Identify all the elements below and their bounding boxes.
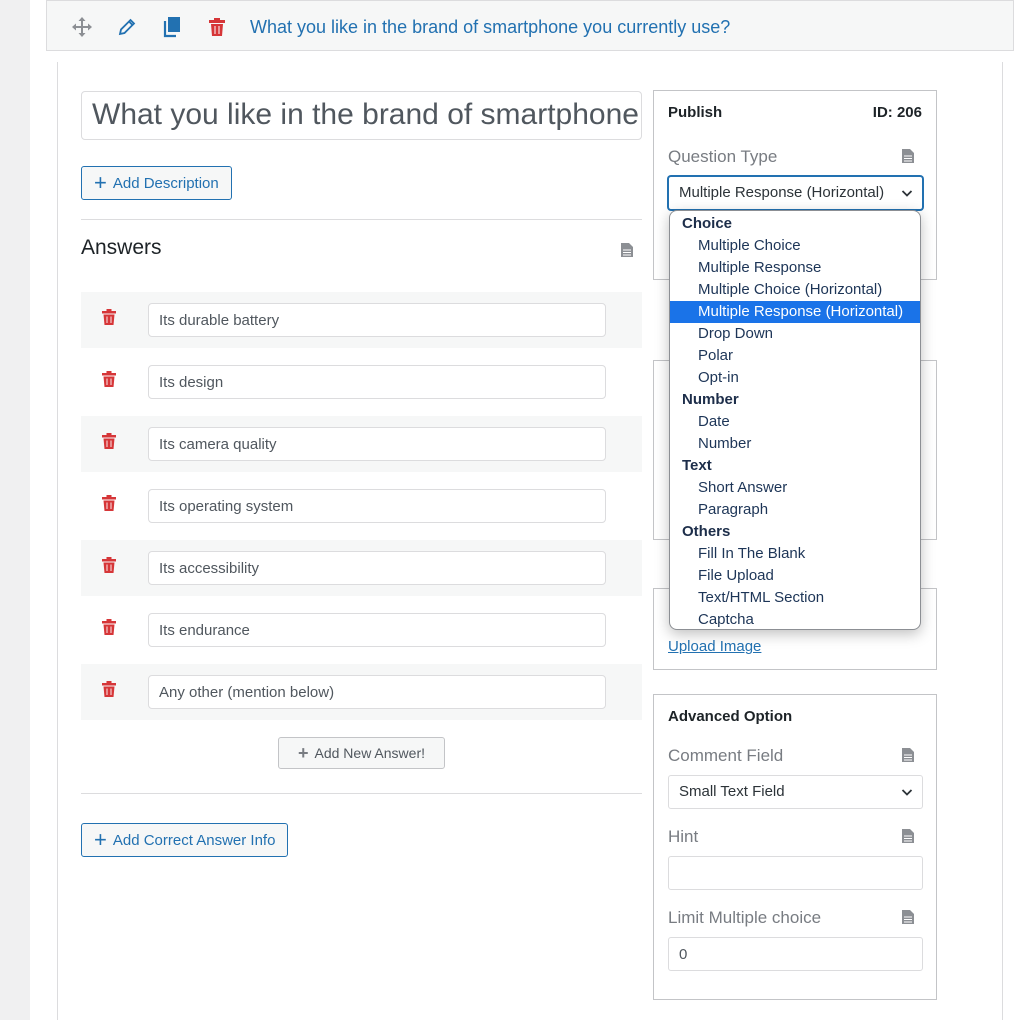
answer-row: Its design <box>81 354 642 410</box>
answer-input[interactable]: Any other (mention below) <box>148 675 606 709</box>
dropdown-group-choice: Choice <box>682 215 733 232</box>
limit-multiple-choice-input[interactable]: 0 <box>668 937 923 971</box>
dropdown-option[interactable]: Short Answer <box>670 477 920 499</box>
trash-icon[interactable] <box>101 680 117 698</box>
answer-input[interactable]: Its camera quality <box>148 427 606 461</box>
upload-image-link[interactable]: Upload Image <box>668 638 761 655</box>
trash-icon[interactable] <box>101 618 117 636</box>
advanced-option-box: Advanced Option Comment Field Small Text… <box>653 694 937 1000</box>
answer-row: Its durable battery <box>81 292 642 348</box>
document-icon[interactable] <box>901 148 915 164</box>
document-icon[interactable] <box>901 747 915 763</box>
answer-row: Its endurance <box>81 602 642 658</box>
dropdown-option[interactable]: Date <box>670 411 920 433</box>
dropdown-group-others: Others <box>682 523 731 540</box>
limit-multiple-choice-label: Limit Multiple choice <box>668 908 822 927</box>
trash-icon[interactable] <box>205 15 229 39</box>
plus-icon: + <box>94 170 107 195</box>
advanced-option-title: Advanced Option <box>668 708 793 725</box>
answer-row: Its camera quality <box>81 416 642 472</box>
hint-label: Hint <box>668 827 699 846</box>
dropdown-option[interactable]: Captcha <box>670 609 920 629</box>
dropdown-option[interactable]: Number <box>670 433 920 455</box>
dropdown-option[interactable]: Paragraph <box>670 499 920 521</box>
divider <box>81 793 642 794</box>
document-icon[interactable] <box>901 909 915 925</box>
answer-input[interactable]: Its endurance <box>148 613 606 647</box>
dropdown-option[interactable]: Drop Down <box>670 323 920 345</box>
add-description-button[interactable]: + Add Description <box>81 166 232 200</box>
answer-row: Its accessibility <box>81 540 642 596</box>
add-new-answer-button[interactable]: + Add New Answer! <box>278 737 445 769</box>
dropdown-option[interactable]: Multiple Choice <box>670 235 920 257</box>
dropdown-group-number: Number <box>682 391 739 408</box>
answer-row: Its operating system <box>81 478 642 534</box>
answer-input[interactable]: Its design <box>148 365 606 399</box>
dropdown-option[interactable]: Opt-in <box>670 367 920 389</box>
question-toolbar: What you like in the brand of smartphone… <box>46 0 1014 51</box>
hint-input[interactable] <box>668 856 923 890</box>
dropdown-option[interactable]: File Upload <box>670 565 920 587</box>
pencil-icon[interactable] <box>115 15 139 39</box>
document-icon[interactable] <box>901 828 915 844</box>
trash-icon[interactable] <box>101 370 117 388</box>
trash-icon[interactable] <box>101 308 117 326</box>
dropdown-option-selected[interactable]: Multiple Response (Horizontal) <box>670 301 920 323</box>
trash-icon[interactable] <box>101 556 117 574</box>
answers-heading: Answers <box>81 236 162 259</box>
move-icon[interactable] <box>70 15 94 39</box>
dropdown-option[interactable]: Multiple Response <box>670 257 920 279</box>
trash-icon[interactable] <box>101 432 117 450</box>
add-correct-answer-info-button[interactable]: + Add Correct Answer Info <box>81 823 289 857</box>
comment-field-select[interactable]: Small Text Field <box>668 775 923 809</box>
question-type-dropdown[interactable]: Choice Multiple Choice Multiple Response… <box>669 210 921 630</box>
plus-icon: + <box>297 742 309 763</box>
add-correct-answer-info-label: Add Correct Answer Info <box>112 831 276 849</box>
comment-field-value: Small Text Field <box>679 783 785 800</box>
publish-title: Publish <box>668 104 723 121</box>
comment-field-label: Comment Field <box>668 746 784 765</box>
dropdown-option[interactable]: Multiple Choice (Horizontal) <box>670 279 920 301</box>
plus-icon: + <box>94 827 107 852</box>
answer-input[interactable]: Its accessibility <box>148 551 606 585</box>
add-new-answer-label: Add New Answer! <box>314 745 426 761</box>
dropdown-option[interactable]: Text/HTML Section <box>670 587 920 609</box>
dropdown-group-text: Text <box>682 457 712 474</box>
question-title-input[interactable]: What you like in the brand of smartphone… <box>81 91 642 140</box>
question-id: ID: 206 <box>872 104 922 121</box>
dropdown-option[interactable]: Fill In The Blank <box>670 543 920 565</box>
divider <box>81 219 642 220</box>
question-type-select[interactable]: Multiple Response (Horizontal) <box>668 176 923 210</box>
copy-icon[interactable] <box>160 15 184 39</box>
chevron-down-icon <box>901 190 913 197</box>
answer-row: Any other (mention below) <box>81 664 642 720</box>
document-icon[interactable] <box>620 242 634 258</box>
dropdown-option[interactable]: Polar <box>670 345 920 367</box>
question-type-label: Question Type <box>668 147 778 166</box>
question-type-value: Multiple Response (Horizontal) <box>679 184 885 201</box>
answer-input[interactable]: Its durable battery <box>148 303 606 337</box>
add-description-label: Add Description <box>112 174 219 192</box>
toolbar-question-title[interactable]: What you like in the brand of smartphone… <box>250 17 730 38</box>
answer-input[interactable]: Its operating system <box>148 489 606 523</box>
chevron-down-icon <box>901 789 913 796</box>
trash-icon[interactable] <box>101 494 117 512</box>
